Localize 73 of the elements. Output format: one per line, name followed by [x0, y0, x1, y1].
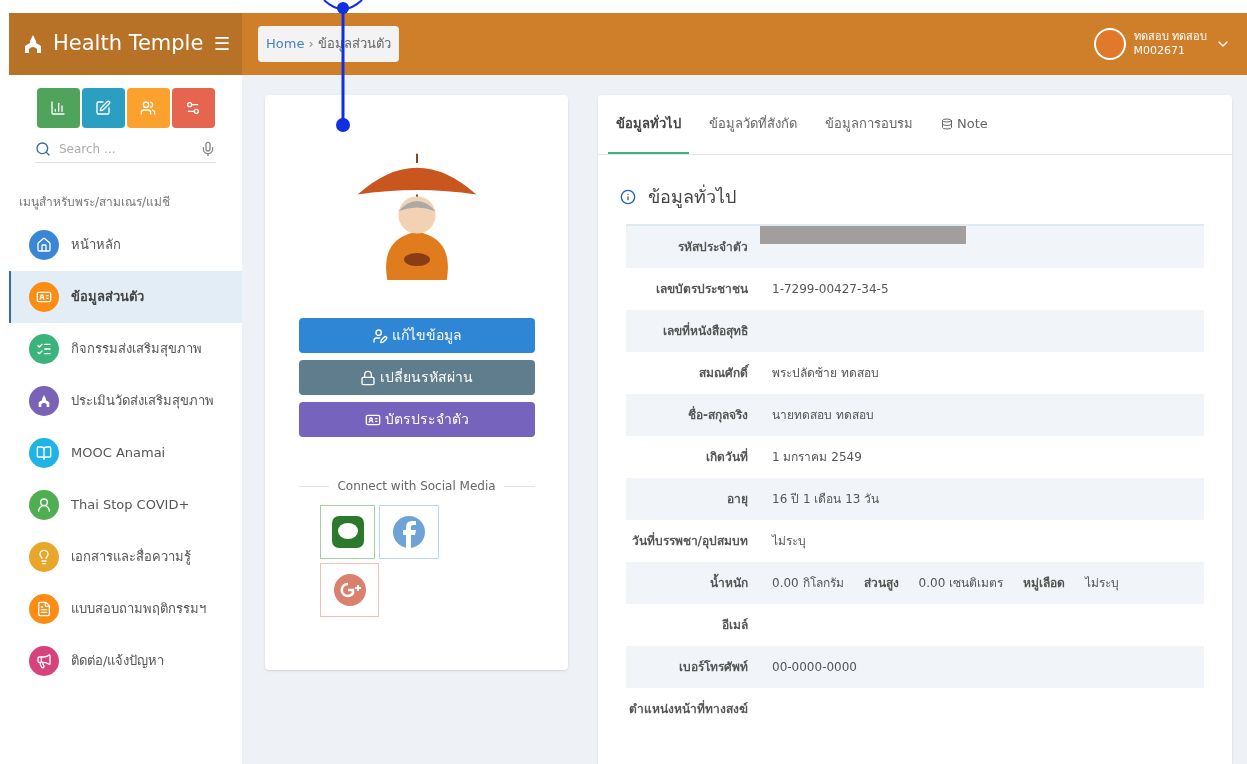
- sidebar-item[interactable]: ข้อมูลส่วนตัว: [9, 271, 242, 323]
- field-label: ตำแหน่งหน้าที่ทางสงฆ์: [628, 699, 749, 718]
- profile-action-button[interactable]: บัตรประจำตัว: [298, 402, 535, 437]
- quick-action-button[interactable]: [81, 88, 125, 128]
- user-code: M002671: [1133, 44, 1186, 58]
- search-icon: [35, 141, 51, 157]
- field-label: สมณศักดิ์: [698, 363, 751, 382]
- line-button[interactable]: [320, 505, 375, 559]
- field-label: อีเมล์: [721, 617, 749, 634]
- breadcrumb-separator: ›: [308, 35, 314, 54]
- field-label: หมู่เลือด: [1023, 575, 1066, 592]
- field-label: อายุ: [726, 491, 749, 509]
- field-value: นายทดสอบ ทดสอบ: [772, 407, 874, 424]
- edit-icon: [95, 100, 111, 116]
- section-heading: ข้อมูลทั่วไป: [648, 183, 736, 210]
- user-name: ทดสอบ ทดสอบ: [1133, 30, 1207, 44]
- sidebar-item[interactable]: ติดต่อ/แจ้งปัญหา: [9, 635, 242, 687]
- avatar[interactable]: [1093, 28, 1126, 60]
- field-value: 1 มกราคม 2549: [772, 449, 862, 466]
- tab[interactable]: ข้อมูลวัดที่สังกัด: [701, 95, 805, 154]
- chat-bubble-icon: [331, 516, 364, 548]
- field-value: 16 ปี 1 เดือน 13 วัน: [772, 491, 880, 508]
- field-label: เลขบัตรประชาชน: [655, 281, 749, 298]
- sidebar-item[interactable]: หน้าหลัก: [9, 219, 242, 271]
- google-plus-button[interactable]: [320, 563, 379, 617]
- tab[interactable]: ข้อมูลทั่วไป: [608, 95, 689, 154]
- database-icon: [941, 117, 953, 130]
- quick-action-button[interactable]: [171, 88, 215, 128]
- search-input[interactable]: Search ...: [59, 140, 192, 158]
- field-value: พระปลัดซ้าย ทดสอบ: [772, 365, 879, 382]
- field-label: เกิดวันที่: [705, 447, 749, 466]
- sidebar-item[interactable]: แบบสอบถามพฤติกรรมฯ: [9, 583, 242, 635]
- social-title: Connect with Social Media: [337, 478, 496, 495]
- facebook-button[interactable]: [379, 505, 439, 559]
- info-icon: [620, 188, 636, 205]
- lock-icon: [360, 369, 376, 386]
- field-label: วันที่บรรพชา/อุปสมบท: [630, 531, 749, 551]
- quick-action-button[interactable]: [126, 88, 170, 128]
- field-value: 1-7299-00427-34-5: [772, 281, 889, 298]
- facebook-icon: [393, 516, 425, 548]
- bar-chart-icon: [50, 100, 66, 116]
- sidebar-item[interactable]: MOOC Anamai: [9, 427, 242, 479]
- microphone-icon[interactable]: [200, 141, 216, 157]
- sidebar-item[interactable]: Thai Stop COVID+: [9, 479, 242, 531]
- field-label: เบอร์โทรศัพท์: [678, 659, 749, 676]
- field-label: ส่วนสูง: [863, 575, 899, 592]
- quick-action-button[interactable]: [36, 88, 80, 128]
- tab[interactable]: ข้อมูลการอบรม: [817, 95, 921, 154]
- field-value: 0.00 เซนติเมตร: [918, 575, 1004, 592]
- tab[interactable]: Note: [933, 95, 996, 154]
- sidebar-item[interactable]: เอกสารและสื่อความรู้: [9, 531, 242, 583]
- search-field[interactable]: Search ...: [35, 140, 216, 163]
- profile-action-button[interactable]: แก้ไขข้อมูล: [298, 318, 535, 353]
- profile-action-button[interactable]: เปลี่ยนรหัสผ่าน: [298, 360, 535, 395]
- sidebar-item[interactable]: ประเมินวัดส่งเสริมสุขภาพ: [9, 375, 242, 427]
- gears-icon: [185, 100, 201, 116]
- temple-icon: [36, 393, 52, 409]
- field-label: รหัสประจำตัว: [677, 239, 749, 256]
- menu-section-title: เมนูสำหรับพระ/สามเณร/แม่ชี: [18, 194, 172, 211]
- google-plus-icon: [333, 574, 366, 606]
- field-label: น้ำหนัก: [626, 562, 760, 604]
- breadcrumb-link[interactable]: Home: [266, 34, 305, 54]
- brand-name: Health Temple: [53, 30, 204, 58]
- user-edit-icon: [371, 327, 388, 344]
- field-value: 0.00 กิโลกรัม: [772, 575, 844, 592]
- group-icon: [140, 100, 156, 116]
- field-value: ไม่ระบุ: [1085, 575, 1120, 592]
- sidebar-item[interactable]: กิจกรรมส่งเสริมสุขภาพ: [9, 323, 242, 375]
- menu-toggle[interactable]: ☰: [213, 30, 230, 58]
- field-label: ชื่อ-สกุลจริง: [687, 405, 749, 425]
- field-label: เลขที่หนังสือสุทธิ: [662, 321, 749, 341]
- field-value: 00-0000-0000: [772, 659, 857, 676]
- field-value: ไม่ระบุ: [772, 533, 806, 550]
